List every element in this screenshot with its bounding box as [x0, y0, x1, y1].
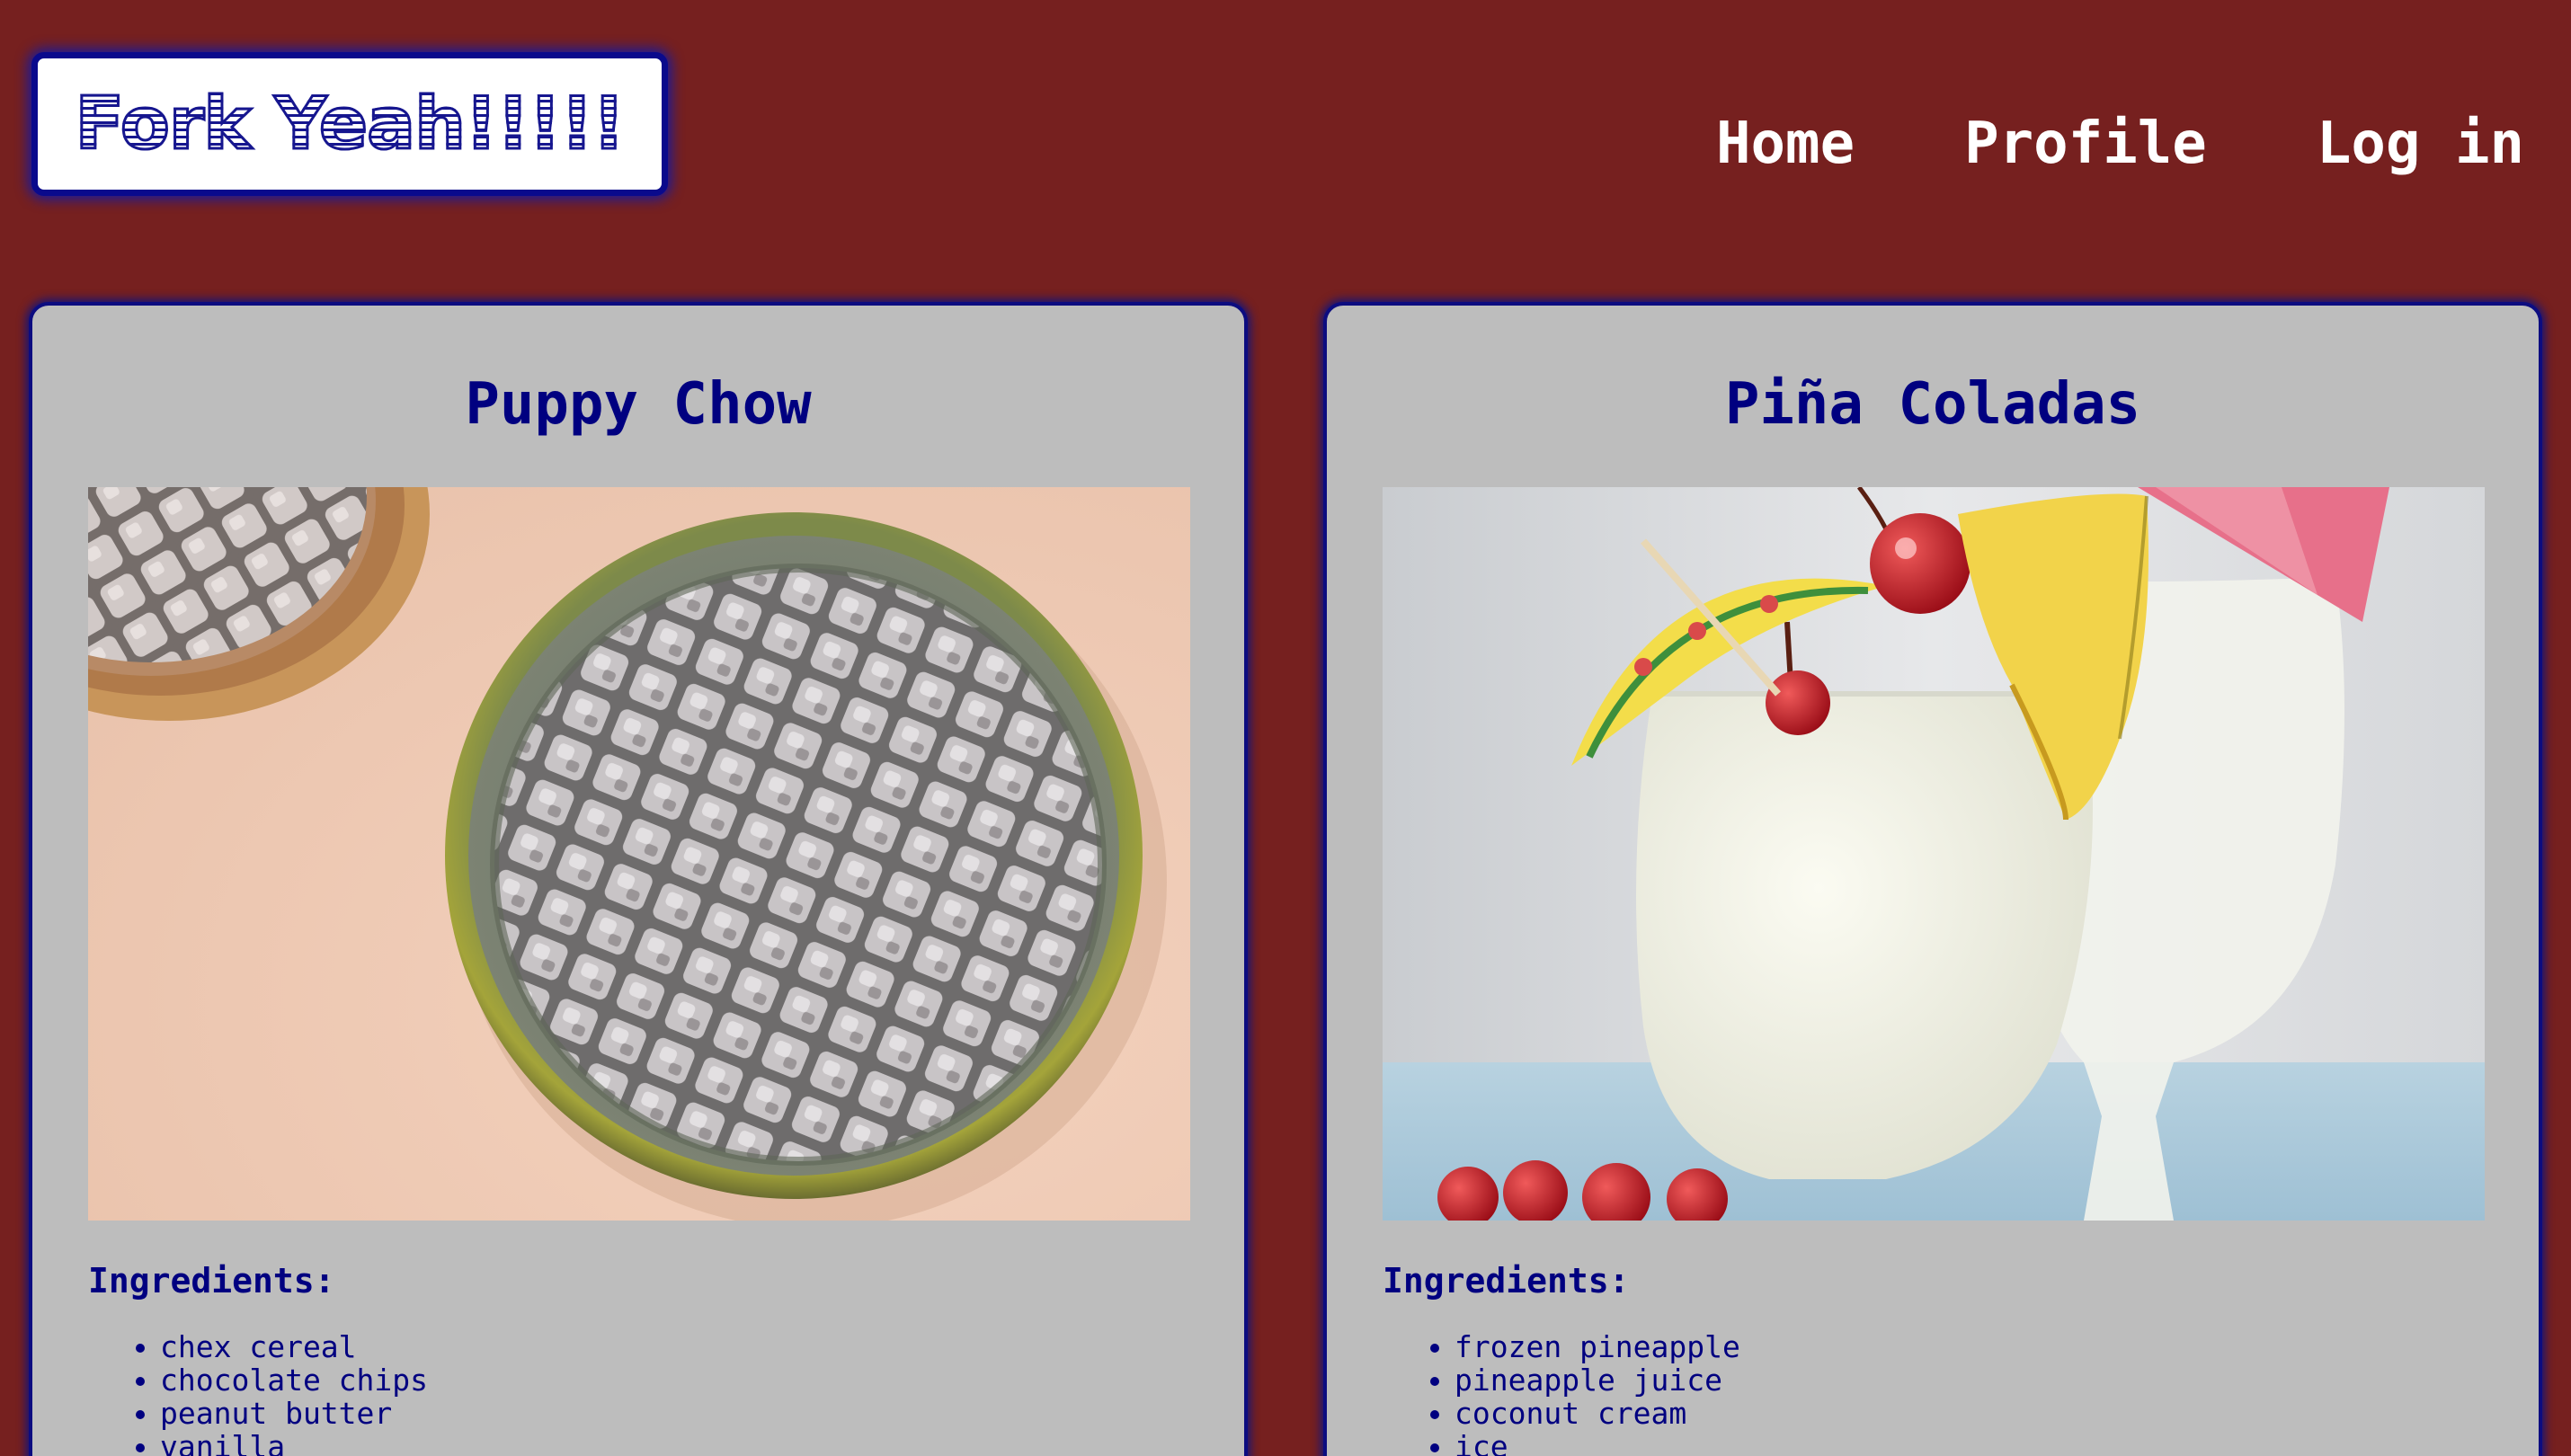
- ingredient-item: ice: [1455, 1430, 1740, 1456]
- recipe-title[interactable]: Piña Coladas: [1327, 376, 2539, 433]
- nav-login-link[interactable]: Log in: [2317, 115, 2524, 173]
- ingredients-list: frozen pineapple pineapple juice coconut…: [1383, 1330, 1740, 1456]
- nav-profile-link[interactable]: Profile: [1964, 115, 2207, 173]
- ingredient-item: pineapple juice: [1455, 1363, 1740, 1397]
- ingredients-heading: Ingredients:: [88, 1261, 335, 1301]
- ingredients-list: chex cereal chocolate chips peanut butte…: [88, 1330, 428, 1456]
- ingredient-item: chex cereal: [160, 1330, 428, 1363]
- ingredient-item: vanilla: [160, 1430, 428, 1456]
- pina-colada-photo[interactable]: [1383, 487, 2485, 1221]
- ingredient-item: chocolate chips: [160, 1363, 428, 1397]
- ingredient-item: coconut cream: [1455, 1397, 1740, 1430]
- recipe-title[interactable]: Puppy Chow: [32, 376, 1244, 433]
- ingredient-item: peanut butter: [160, 1397, 428, 1430]
- site-logo[interactable]: Fork Yeah!!!!!: [31, 52, 668, 196]
- ingredient-item: frozen pineapple: [1455, 1330, 1740, 1363]
- recipe-card-puppy-chow[interactable]: Puppy Chow Ingredients: • chex cereal • …: [29, 302, 1248, 1456]
- ingredients-heading: Ingredients:: [1383, 1261, 1630, 1301]
- recipe-card-pina-coladas[interactable]: Piña Coladas Ingredients: • frozen pinea…: [1323, 302, 2542, 1456]
- nav-home-link[interactable]: Home: [1716, 115, 1855, 173]
- puppy-chow-photo[interactable]: [88, 487, 1190, 1221]
- main-nav: Home Profile Log in: [1716, 115, 2524, 173]
- logo-text: Fork Yeah!!!!!: [74, 82, 627, 165]
